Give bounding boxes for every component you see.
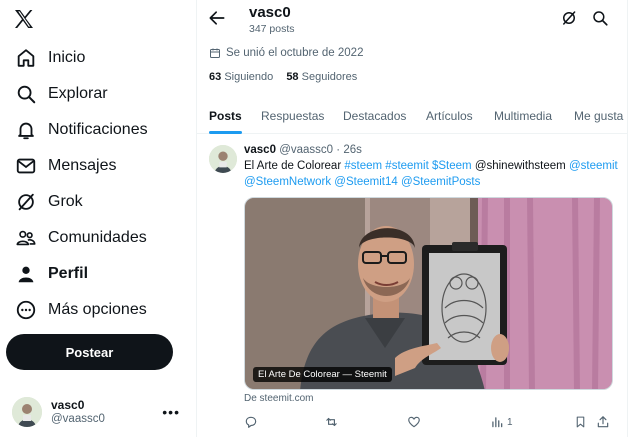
more-circle-icon	[14, 298, 38, 322]
nav-label-mas-opciones: Más opciones	[48, 301, 147, 318]
card-source[interactable]: De steemit.com	[244, 393, 313, 404]
account-switcher[interactable]: vasc0 @vaassc0 •••	[12, 392, 190, 432]
followers-count: 58	[286, 71, 299, 83]
share-button[interactable]	[596, 412, 610, 432]
right-edge	[628, 0, 640, 437]
card-image	[245, 198, 612, 389]
card-caption: El Arte De Colorear — Steemit	[253, 367, 392, 382]
tab-posts[interactable]: Posts	[209, 98, 242, 134]
joined-date: Se unió el octubre de 2022	[209, 47, 363, 59]
tweet-time[interactable]: 26s	[343, 144, 362, 156]
post-button[interactable]: Postear	[6, 334, 173, 370]
follow-stats: 63 Siguiendo 58 Seguidores	[209, 71, 357, 83]
account-name: vasc0	[51, 398, 85, 412]
cashtag-steem[interactable]: $Steem	[432, 160, 472, 172]
x-logo-icon[interactable]	[12, 7, 36, 31]
mention-steemnetwork[interactable]: @SteemNetwork	[244, 176, 331, 188]
like-button[interactable]	[407, 412, 421, 432]
following-count: 63	[209, 71, 222, 83]
followers-link[interactable]: 58 Seguidores	[286, 71, 357, 83]
repost-button[interactable]	[324, 412, 339, 432]
nav-item-mas-opciones[interactable]: Más opciones	[14, 293, 147, 327]
avatar	[12, 397, 42, 427]
people-icon	[14, 226, 38, 250]
tweet-text: El Arte de Colorear #steem #steemit $Ste…	[244, 158, 619, 190]
nav-item-notificaciones[interactable]: Notificaciones	[14, 113, 148, 147]
repost-icon	[326, 417, 337, 427]
back-arrow-icon[interactable]	[207, 8, 227, 28]
tab-multimedia[interactable]: Multimedia	[494, 98, 552, 134]
calendar-icon	[210, 48, 220, 58]
nav-label-perfil: Perfil	[48, 265, 89, 282]
mention-steemitposts[interactable]: @SteemitPosts	[401, 176, 480, 188]
tab-me-gusta[interactable]: Me gusta	[574, 98, 623, 134]
nav-label-notificaciones: Notificaciones	[48, 121, 148, 138]
profile-tabs: Posts Respuestas Destacados Artículos Mu…	[197, 98, 629, 134]
heart-icon	[408, 416, 420, 428]
grok-icon[interactable]	[560, 9, 578, 27]
link-card[interactable]: El Arte De Colorear — Steemit	[244, 197, 613, 390]
tab-respuestas[interactable]: Respuestas	[261, 98, 324, 134]
following-label: Siguiendo	[224, 71, 274, 83]
tab-articulos[interactable]: Artículos	[426, 98, 473, 134]
hashtag-steem[interactable]: #steem	[344, 160, 382, 172]
nav-label-grok: Grok	[48, 193, 83, 210]
hashtag-steemit[interactable]: #steemit	[385, 160, 428, 172]
reply-icon	[245, 416, 257, 428]
grok-icon	[14, 190, 38, 214]
nav-label-mensajes: Mensajes	[48, 157, 117, 174]
more-dots-icon[interactable]: •••	[162, 404, 180, 420]
tweet-separator: ·	[336, 144, 341, 156]
search-icon	[14, 82, 38, 106]
analytics-icon	[492, 417, 503, 428]
mail-icon	[14, 154, 38, 178]
tweet-avatar[interactable]	[209, 145, 237, 173]
profile-posts-count: 347 posts	[249, 23, 295, 35]
nav-label-inicio: Inicio	[48, 49, 86, 66]
following-link[interactable]: 63 Siguiendo	[209, 71, 273, 83]
bookmark-button[interactable]	[574, 412, 587, 432]
views-count: 1	[507, 416, 513, 428]
nav-item-perfil[interactable]: Perfil	[14, 257, 88, 291]
tweet-header: vasc0 @vaassc0 · 26s	[244, 144, 362, 156]
sidebar: Inicio Explorar Notificaciones Mensajes …	[0, 0, 196, 437]
mention-steemit[interactable]: @steemit	[569, 160, 618, 172]
views-button[interactable]: 1	[490, 412, 513, 432]
tweet-actions: 1	[244, 412, 614, 432]
profile-header-name: vasc0	[249, 4, 291, 21]
share-icon	[597, 416, 609, 428]
nav-item-grok[interactable]: Grok	[14, 185, 83, 219]
tweet-handle[interactable]: @vaassc0	[279, 144, 333, 156]
bell-icon	[14, 118, 38, 142]
nav-item-mensajes[interactable]: Mensajes	[14, 149, 116, 183]
tweet-text-title: El Arte de Colorear	[244, 160, 342, 172]
nav-item-inicio[interactable]: Inicio	[14, 41, 85, 75]
nav-item-explorar[interactable]: Explorar	[14, 77, 108, 111]
account-handle: @vaassc0	[51, 413, 105, 425]
nav-label-explorar: Explorar	[48, 85, 108, 102]
account-names: vasc0 @vaassc0	[51, 398, 105, 426]
mention-steemit14[interactable]: @Steemit14	[334, 176, 397, 188]
bookmark-icon	[576, 416, 585, 428]
tweet-author[interactable]: vasc0	[244, 144, 276, 156]
joined-text: Se unió el octubre de 2022	[226, 47, 364, 59]
followers-label: Seguidores	[301, 71, 358, 83]
nav-label-comunidades: Comunidades	[48, 229, 147, 246]
person-icon	[14, 262, 38, 286]
profile-column: vasc0 347 posts Se unió el octubre de 20…	[196, 0, 629, 437]
tweet-text-mention-plain: @shinewithsteem	[474, 160, 566, 172]
tab-destacados[interactable]: Destacados	[343, 98, 406, 134]
nav-item-comunidades[interactable]: Comunidades	[14, 221, 147, 255]
active-tab-indicator	[209, 131, 242, 134]
home-icon	[14, 46, 38, 70]
search-icon[interactable]	[591, 9, 609, 27]
reply-button[interactable]	[244, 412, 258, 432]
